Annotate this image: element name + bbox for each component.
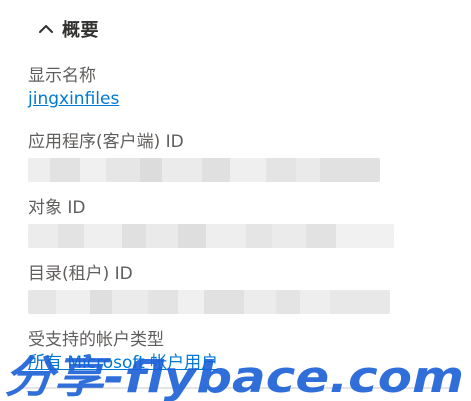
object-id-label: 对象 ID [28,198,86,218]
client-id-masked-value [28,158,380,182]
account-types-link[interactable]: 所有 Microsoft 帐户用户 [28,352,448,374]
account-types-field: 受支持的帐户类型 所有 Microsoft 帐户用户 [28,328,448,374]
section-title: 概要 [62,20,99,41]
client-id-label: 应用程序(客户端) ID [28,132,184,152]
object-id-masked-value [28,224,394,248]
object-id-field: 对象 ID [28,196,448,248]
display-name-label: 显示名称 [28,66,96,86]
client-id-field: 应用程序(客户端) ID [28,130,448,182]
chevron-up-icon[interactable] [36,19,56,39]
tenant-id-label: 目录(租户) ID [28,264,133,284]
tenant-id-masked-value [28,290,390,314]
account-types-label: 受支持的帐户类型 [28,330,164,350]
overview-section-header[interactable]: 概要 [36,16,99,42]
display-name-link[interactable]: jingxinfiles [28,88,448,110]
display-name-field: 显示名称 jingxinfiles [28,64,448,110]
tenant-id-field: 目录(租户) ID [28,262,448,314]
